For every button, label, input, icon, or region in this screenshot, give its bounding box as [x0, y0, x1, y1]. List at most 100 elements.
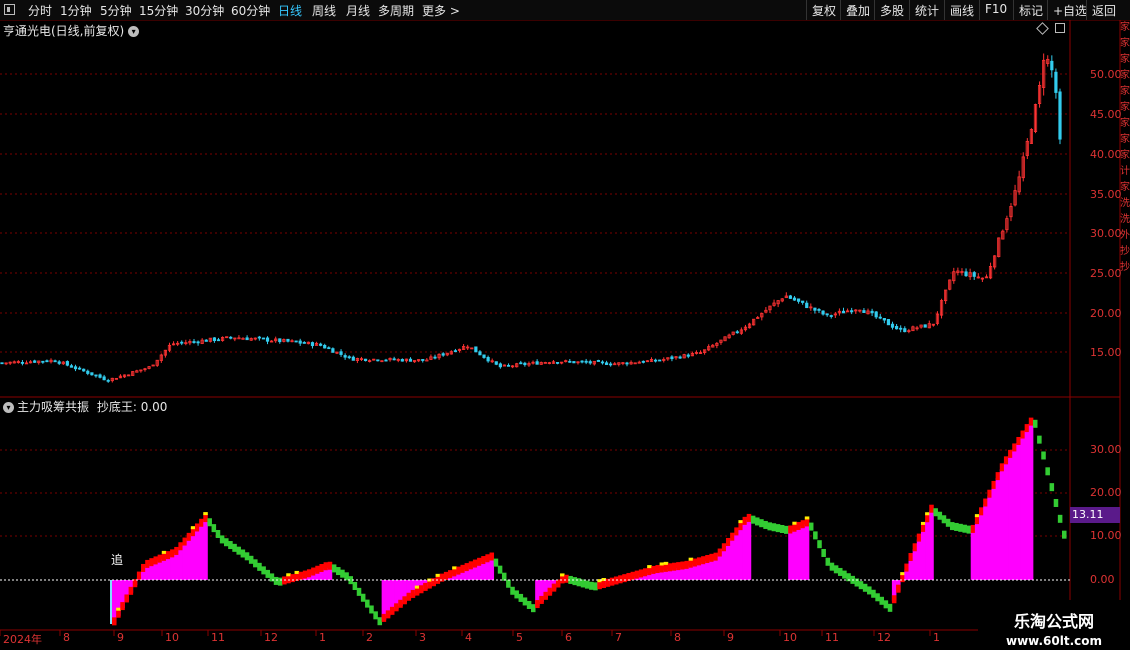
candle-body: [494, 361, 498, 365]
date-label: 4: [465, 631, 472, 644]
candle-body: [327, 347, 331, 350]
indicator-up-bar: [381, 613, 387, 622]
indicator-fill: [991, 486, 997, 580]
candle-body: [641, 360, 645, 363]
candle-body: [498, 363, 502, 368]
price-tick: 30.00: [1090, 227, 1122, 240]
indicator-up-bar: [315, 565, 320, 574]
indicator-down-bar: [875, 593, 880, 602]
indicator-fill: [983, 504, 988, 580]
indicator-up-bar: [481, 556, 486, 565]
indicator-up-bar: [987, 489, 992, 498]
indicator-up-bar: [696, 557, 702, 566]
indicator-highlight: [435, 573, 441, 577]
indicator-up-bar: [306, 569, 312, 578]
date-label: 1: [933, 631, 940, 644]
indicator-up-bar: [663, 563, 669, 572]
indicator-up-bar: [116, 609, 121, 618]
indicator-highlight: [161, 550, 167, 554]
indicator-up-bar: [630, 571, 636, 580]
indicator-up-bar: [128, 586, 134, 595]
candle-body: [588, 361, 592, 364]
indicator-up-bar: [746, 513, 752, 522]
candle-body: [298, 340, 302, 344]
candle-body: [343, 355, 347, 358]
indicator-fill: [194, 529, 200, 580]
candle-body: [65, 361, 69, 366]
indicator-fill: [489, 558, 495, 580]
indicator-up-bar: [725, 537, 731, 546]
indicator-up-bar: [920, 523, 926, 532]
indicator-highlight: [190, 526, 196, 530]
indicator-down-bar: [373, 611, 378, 620]
indicator-up-bar: [452, 568, 457, 577]
indicator-down-bar: [862, 583, 868, 592]
candle-body: [829, 315, 833, 317]
indicator-highlight: [663, 561, 669, 565]
indicator-down-bar: [767, 522, 772, 531]
indicator-fill: [203, 520, 208, 580]
candle-body: [1050, 60, 1054, 71]
indicator-down-bar: [365, 599, 370, 608]
indicator-up-bar: [717, 548, 723, 557]
date-label: 11: [211, 631, 225, 644]
date-label: 2: [366, 631, 373, 644]
indicator-down-bar: [510, 586, 515, 595]
indicator-up-bar: [788, 525, 793, 534]
indicator-up-bar: [601, 580, 607, 589]
indicator-up-bar: [659, 564, 665, 573]
indicator-up-bar: [120, 602, 125, 611]
date-label: 2024年: [3, 633, 42, 646]
candle-body: [192, 341, 196, 343]
indicator-up-bar: [489, 552, 495, 561]
indicator-up-bar: [912, 543, 918, 552]
candle-body: [482, 354, 486, 358]
indicator-up-bar: [730, 532, 735, 541]
indicator-up-bar: [477, 557, 482, 566]
candle-body: [735, 331, 739, 334]
date-label: 1: [319, 631, 326, 644]
indicator-up-bar: [564, 574, 569, 583]
indicator-down-bar: [837, 567, 843, 576]
candle-body: [0, 362, 4, 365]
indicator-fill: [804, 524, 810, 580]
indicator-up-bar: [655, 565, 660, 574]
indicator-up-bar: [929, 504, 934, 513]
indicator-fill: [979, 513, 984, 580]
indicator-fill: [182, 543, 188, 580]
indicator-up-bar: [622, 574, 627, 583]
indicator-down-bar: [236, 546, 241, 555]
indicator-up-bar: [547, 587, 553, 596]
indicator-up-bar: [705, 555, 710, 564]
indicator-up-bar: [389, 606, 395, 615]
indicator-down-bar: [514, 590, 519, 599]
indicator-down-bar: [336, 567, 341, 576]
indicator-down-bar: [833, 565, 839, 574]
indicator-up-bar: [153, 556, 159, 565]
indicator-up-bar: [672, 562, 677, 571]
indicator-fill: [1012, 449, 1017, 580]
candle-body: [788, 295, 792, 299]
indicator-up-bar: [141, 563, 146, 572]
candle-body: [245, 337, 249, 341]
indicator-fill: [709, 559, 714, 580]
indicator-fill: [1020, 436, 1026, 580]
indicator-up-bar: [327, 561, 333, 570]
candle-body: [568, 360, 572, 363]
indicator-down-bar: [933, 508, 938, 517]
indicator-down-bar: [501, 572, 507, 581]
indicator-up-bar: [676, 562, 681, 571]
indicator-up-bar: [692, 558, 698, 567]
indicator-down-bar: [821, 548, 826, 557]
current-value-tag: 13.11: [1070, 507, 1120, 523]
indicator-up-bar: [323, 562, 329, 571]
indicator-fill: [725, 543, 731, 580]
candle-body: [204, 339, 208, 342]
candle-body: [94, 374, 98, 377]
indicator-down-bar: [257, 562, 262, 571]
indicator-up-bar: [178, 542, 183, 551]
indicator-up-bar: [443, 571, 449, 580]
indicator-up-bar: [194, 523, 200, 532]
indicator-fill: [1016, 442, 1021, 580]
indicator-down-bar: [871, 589, 876, 598]
